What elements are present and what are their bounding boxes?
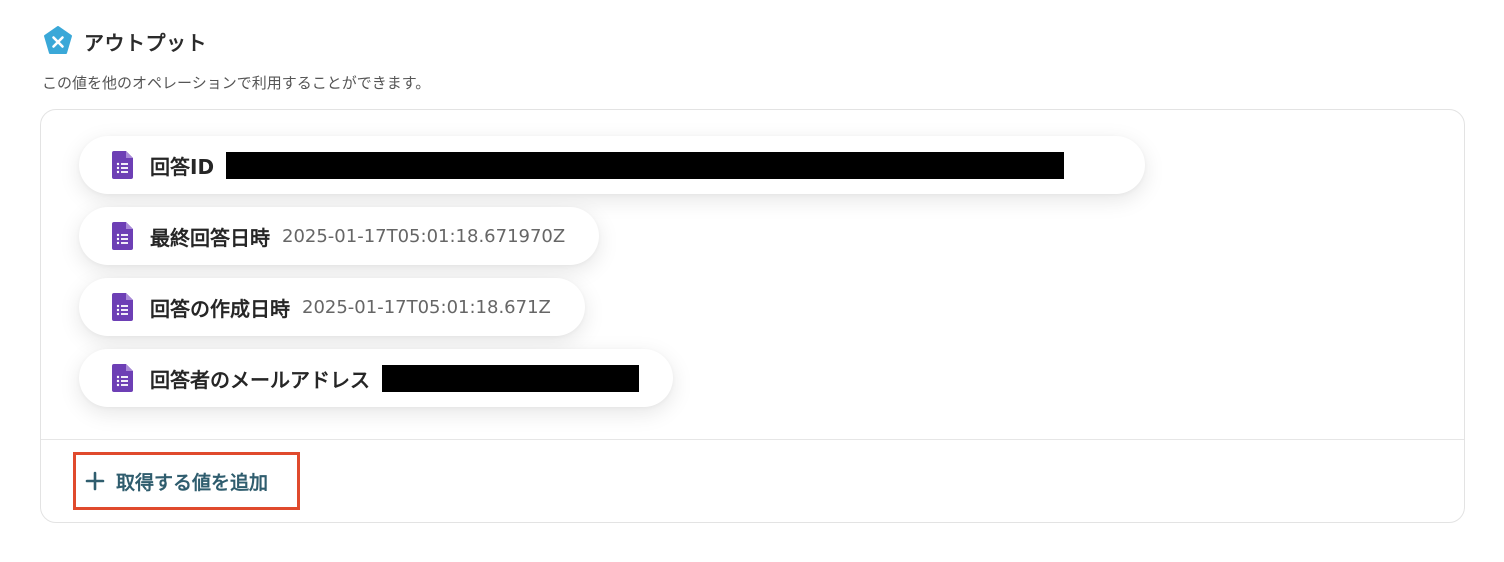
output-label: 最終回答日時: [150, 225, 270, 250]
google-forms-icon: [112, 222, 133, 250]
output-panel: 回答ID 最終回答日時 2025-01-17T05:01:18.671970Z …: [40, 109, 1465, 523]
output-label: 回答の作成日時: [150, 296, 290, 321]
output-chip-last-submitted-time[interactable]: 最終回答日時 2025-01-17T05:01:18.671970Z: [79, 207, 600, 265]
section-header: アウトプット: [42, 25, 207, 57]
add-value-label: 取得する値を追加: [116, 471, 269, 494]
x-pentagon-logo-icon: [44, 26, 72, 54]
add-value-button[interactable]: 取得する値を追加: [73, 452, 300, 510]
redacted-value: [382, 364, 639, 392]
output-label: 回答者のメールアドレス: [150, 367, 370, 392]
divider: [41, 439, 1464, 440]
plus-icon: [85, 471, 105, 491]
redacted-value: [226, 151, 1065, 179]
section-title: アウトプット: [84, 30, 207, 55]
google-forms-icon: [112, 151, 133, 179]
output-chip-create-time[interactable]: 回答の作成日時 2025-01-17T05:01:18.671Z: [79, 278, 585, 336]
output-chip-response-id[interactable]: 回答ID: [79, 136, 1145, 194]
google-forms-icon: [112, 293, 133, 321]
output-label: 回答ID: [150, 154, 215, 179]
google-forms-icon: [112, 364, 133, 392]
output-value: 2025-01-17T05:01:18.671Z: [302, 296, 551, 318]
output-chip-respondent-email[interactable]: 回答者のメールアドレス: [79, 349, 673, 407]
section-description: この値を他のオペレーションで利用することができます。: [42, 74, 431, 92]
output-value: 2025-01-17T05:01:18.671970Z: [282, 225, 566, 247]
